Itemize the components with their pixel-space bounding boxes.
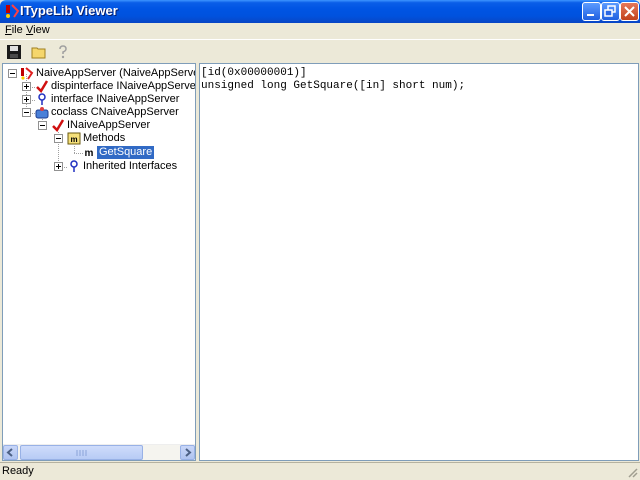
tree-node-label: INaiveAppServer — [67, 119, 151, 131]
horizontal-scrollbar[interactable] — [3, 444, 195, 460]
minimize-icon — [587, 14, 594, 16]
tree-node-coclass[interactable]: coclass CNaiveAppServer — [3, 106, 195, 119]
tree-node-methods[interactable]: m Methods — [3, 132, 195, 145]
collapse-toggle[interactable] — [38, 121, 47, 130]
expand-toggle[interactable] — [54, 162, 63, 171]
menu-bar: File View — [0, 23, 640, 39]
detail-line-attribute: [id(0x00000001)] — [201, 67, 307, 79]
svg-text:m: m — [85, 148, 94, 159]
interface-icon — [38, 93, 46, 105]
collapse-toggle[interactable] — [22, 108, 31, 117]
help-icon[interactable] — [54, 43, 72, 61]
expand-toggle[interactable] — [22, 82, 31, 91]
scroll-thumb[interactable] — [20, 445, 143, 460]
menu-file[interactable]: File — [5, 24, 23, 36]
dispinterface-icon — [36, 80, 49, 93]
restore-icon — [604, 5, 616, 17]
coclass-icon — [35, 107, 49, 119]
collapse-toggle[interactable] — [54, 134, 63, 143]
tree-node-label: NaiveAppServer (NaiveAppServer 1.0 Ty — [36, 67, 196, 79]
status-text: Ready — [2, 465, 34, 477]
toolbar — [0, 39, 640, 63]
restore-button[interactable] — [601, 2, 620, 21]
tree-node-inherited[interactable]: Inherited Interfaces — [3, 160, 195, 173]
typelib-icon — [21, 67, 34, 80]
tree-node-dispinterface[interactable]: dispinterface INaiveAppServer — [3, 80, 196, 93]
tree-node-label: Inherited Interfaces — [83, 160, 178, 172]
window-title: ITypeLib Viewer — [20, 3, 118, 18]
scroll-left-button[interactable] — [3, 445, 18, 460]
method-icon: m — [85, 148, 94, 159]
tree-node-coclass-interface[interactable]: INaiveAppServer — [3, 119, 195, 132]
save-icon[interactable] — [5, 43, 23, 61]
typelib-app-icon — [6, 4, 20, 18]
tree-node-label: GetSquare — [97, 146, 155, 159]
chevron-left-icon — [6, 448, 13, 457]
tree-node-label: interface INaiveAppServer — [51, 93, 180, 105]
detail-pane[interactable]: [id(0x00000001)] unsigned long GetSquare… — [199, 63, 639, 461]
methods-folder-icon: m — [67, 132, 81, 145]
tree-node-getsquare[interactable]: m GetSquare — [3, 146, 195, 159]
tree-node-typelib[interactable]: NaiveAppServer (NaiveAppServer 1.0 Ty — [3, 67, 196, 80]
scroll-right-button[interactable] — [180, 445, 195, 460]
detail-line-signature: unsigned long GetSquare([in] short num); — [201, 80, 466, 92]
tree-node-label: dispinterface INaiveAppServer — [51, 80, 196, 92]
expand-toggle[interactable] — [22, 95, 31, 104]
menu-view[interactable]: View — [26, 24, 50, 36]
tree-node-label: coclass CNaiveAppServer — [51, 106, 179, 118]
tree-node-interface[interactable]: interface INaiveAppServer — [3, 93, 195, 106]
svg-text:m: m — [70, 135, 77, 144]
interface-icon — [70, 160, 78, 172]
minimize-button[interactable] — [582, 2, 601, 21]
type-tree-pane[interactable]: NaiveAppServer (NaiveAppServer 1.0 Ty di… — [2, 63, 196, 461]
close-icon — [624, 6, 635, 17]
grip-icon — [76, 450, 87, 456]
collapse-toggle[interactable] — [8, 69, 17, 78]
resize-grip-icon[interactable] — [626, 466, 638, 478]
title-bar[interactable]: ITypeLib Viewer — [0, 0, 640, 23]
chevron-right-icon — [185, 448, 192, 457]
status-bar: Ready — [0, 462, 640, 480]
open-folder-icon[interactable] — [30, 43, 48, 61]
dispinterface-icon — [52, 119, 65, 132]
tree-node-label: Methods — [83, 132, 126, 144]
close-button[interactable] — [620, 2, 639, 21]
